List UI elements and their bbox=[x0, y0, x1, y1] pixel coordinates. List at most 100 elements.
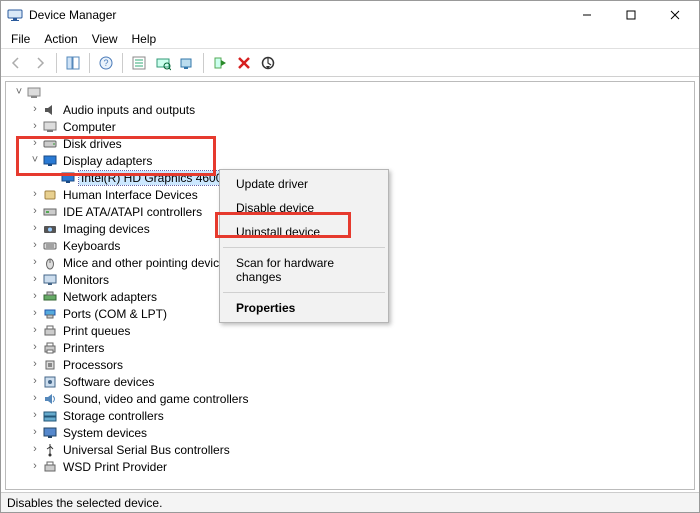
keyboard-icon bbox=[42, 238, 58, 254]
properties-button[interactable] bbox=[128, 52, 150, 74]
collapse-icon[interactable]: ˅ bbox=[12, 87, 26, 98]
context-menu-separator bbox=[223, 247, 385, 248]
tree-item-label: Computer bbox=[61, 120, 118, 134]
expand-icon[interactable]: › bbox=[28, 291, 42, 302]
tree-item-label: Universal Serial Bus controllers bbox=[61, 443, 232, 457]
expand-icon[interactable]: › bbox=[28, 444, 42, 455]
tree-item-display-adapters[interactable]: ˅Display adapters bbox=[6, 152, 694, 169]
tree-item-label: Storage controllers bbox=[61, 409, 166, 423]
expand-icon[interactable]: › bbox=[28, 189, 42, 200]
software-icon bbox=[42, 374, 58, 390]
tree-item-label: Intel(R) HD Graphics 4600 bbox=[79, 171, 224, 185]
tree-item-label: Processors bbox=[61, 358, 125, 372]
sound-icon bbox=[42, 391, 58, 407]
tree-item-label: Software devices bbox=[61, 375, 156, 389]
expand-icon[interactable]: › bbox=[28, 393, 42, 404]
tree-item-label: Network adapters bbox=[61, 290, 159, 304]
context-menu-disable-device[interactable]: Disable device bbox=[222, 196, 386, 220]
tree-item[interactable]: › Printers bbox=[6, 339, 694, 356]
svg-text:?: ? bbox=[103, 58, 108, 68]
show-hide-tree-button[interactable] bbox=[62, 52, 84, 74]
scan-hardware-button[interactable] bbox=[152, 52, 174, 74]
update-driver-button[interactable] bbox=[176, 52, 198, 74]
window-title: Device Manager bbox=[29, 8, 565, 22]
display-icon bbox=[60, 170, 76, 186]
ide-icon bbox=[42, 204, 58, 220]
context-menu: Update driver Disable device Uninstall d… bbox=[219, 169, 389, 323]
tree-item-label: Printers bbox=[61, 341, 106, 355]
expand-icon[interactable]: › bbox=[28, 359, 42, 370]
menu-file[interactable]: File bbox=[5, 30, 36, 48]
tree-item[interactable]: › Print queues bbox=[6, 322, 694, 339]
uninstall-device-button[interactable] bbox=[233, 52, 255, 74]
disable-device-button[interactable] bbox=[257, 52, 279, 74]
expand-icon[interactable]: › bbox=[28, 257, 42, 268]
menu-help[interactable]: Help bbox=[126, 30, 163, 48]
computer-icon bbox=[42, 119, 58, 135]
menu-view[interactable]: View bbox=[86, 30, 124, 48]
expand-icon[interactable]: › bbox=[28, 376, 42, 387]
tree-item[interactable]: › Disk drives bbox=[6, 135, 694, 152]
expand-icon[interactable]: › bbox=[28, 121, 42, 132]
expand-icon[interactable]: › bbox=[28, 325, 42, 336]
context-menu-update-driver[interactable]: Update driver bbox=[222, 172, 386, 196]
tree-root[interactable]: ˅ bbox=[6, 84, 694, 101]
expand-icon[interactable]: › bbox=[28, 308, 42, 319]
status-text: Disables the selected device. bbox=[7, 496, 162, 510]
tree-item-label: Monitors bbox=[61, 273, 111, 287]
usb-icon bbox=[42, 442, 58, 458]
context-menu-uninstall-device[interactable]: Uninstall device bbox=[222, 220, 386, 244]
printer-icon bbox=[42, 340, 58, 356]
toolbar: ? bbox=[1, 49, 699, 77]
tree-item[interactable]: › Storage controllers bbox=[6, 407, 694, 424]
tree-item-label: Keyboards bbox=[61, 239, 122, 253]
expand-icon[interactable]: › bbox=[28, 223, 42, 234]
tree-item[interactable]: › Universal Serial Bus controllers bbox=[6, 441, 694, 458]
status-bar: Disables the selected device. bbox=[1, 492, 699, 512]
expand-icon[interactable]: › bbox=[28, 427, 42, 438]
expand-icon[interactable]: › bbox=[28, 461, 42, 472]
tree-item[interactable]: › Audio inputs and outputs bbox=[6, 101, 694, 118]
tree-item[interactable]: › Computer bbox=[6, 118, 694, 135]
tree-item-label: Disk drives bbox=[61, 137, 124, 151]
expand-icon[interactable]: › bbox=[28, 342, 42, 353]
wsd-icon bbox=[42, 459, 58, 475]
expand-icon[interactable]: › bbox=[28, 274, 42, 285]
system-icon bbox=[42, 425, 58, 441]
tree-item[interactable]: ›Sound, video and game controllers bbox=[6, 390, 694, 407]
context-menu-separator bbox=[223, 292, 385, 293]
tree-item-label: WSD Print Provider bbox=[61, 460, 169, 474]
expand-icon[interactable]: › bbox=[28, 206, 42, 217]
forward-button[interactable] bbox=[29, 52, 51, 74]
hid-icon bbox=[42, 187, 58, 203]
expand-icon[interactable]: › bbox=[28, 410, 42, 421]
ports-icon bbox=[42, 306, 58, 322]
tree-item-label: Ports (COM & LPT) bbox=[61, 307, 169, 321]
collapse-icon[interactable]: ˅ bbox=[28, 155, 42, 166]
storage-icon bbox=[42, 408, 58, 424]
tree-item-label: Audio inputs and outputs bbox=[61, 103, 197, 117]
tree-item-label: Human Interface Devices bbox=[61, 188, 200, 202]
tree-item[interactable]: ›System devices bbox=[6, 424, 694, 441]
tree-item-label: Mice and other pointing devices bbox=[61, 256, 234, 270]
menu-action[interactable]: Action bbox=[38, 30, 83, 48]
context-menu-properties[interactable]: Properties bbox=[222, 296, 386, 320]
imaging-icon bbox=[42, 221, 58, 237]
tree-item-label: Print queues bbox=[61, 324, 132, 338]
print-queue-icon bbox=[42, 323, 58, 339]
close-button[interactable] bbox=[653, 1, 697, 29]
expand-icon[interactable]: › bbox=[28, 138, 42, 149]
tree-item[interactable]: › Processors bbox=[6, 356, 694, 373]
help-button[interactable]: ? bbox=[95, 52, 117, 74]
back-button[interactable] bbox=[5, 52, 27, 74]
audio-icon bbox=[42, 102, 58, 118]
processor-icon bbox=[42, 357, 58, 373]
maximize-button[interactable] bbox=[609, 1, 653, 29]
expand-icon[interactable]: › bbox=[28, 240, 42, 251]
tree-item[interactable]: › Software devices bbox=[6, 373, 694, 390]
tree-item[interactable]: › WSD Print Provider bbox=[6, 458, 694, 475]
context-menu-scan-hardware[interactable]: Scan for hardware changes bbox=[222, 251, 386, 289]
expand-icon[interactable]: › bbox=[28, 104, 42, 115]
minimize-button[interactable] bbox=[565, 1, 609, 29]
enable-device-button[interactable] bbox=[209, 52, 231, 74]
